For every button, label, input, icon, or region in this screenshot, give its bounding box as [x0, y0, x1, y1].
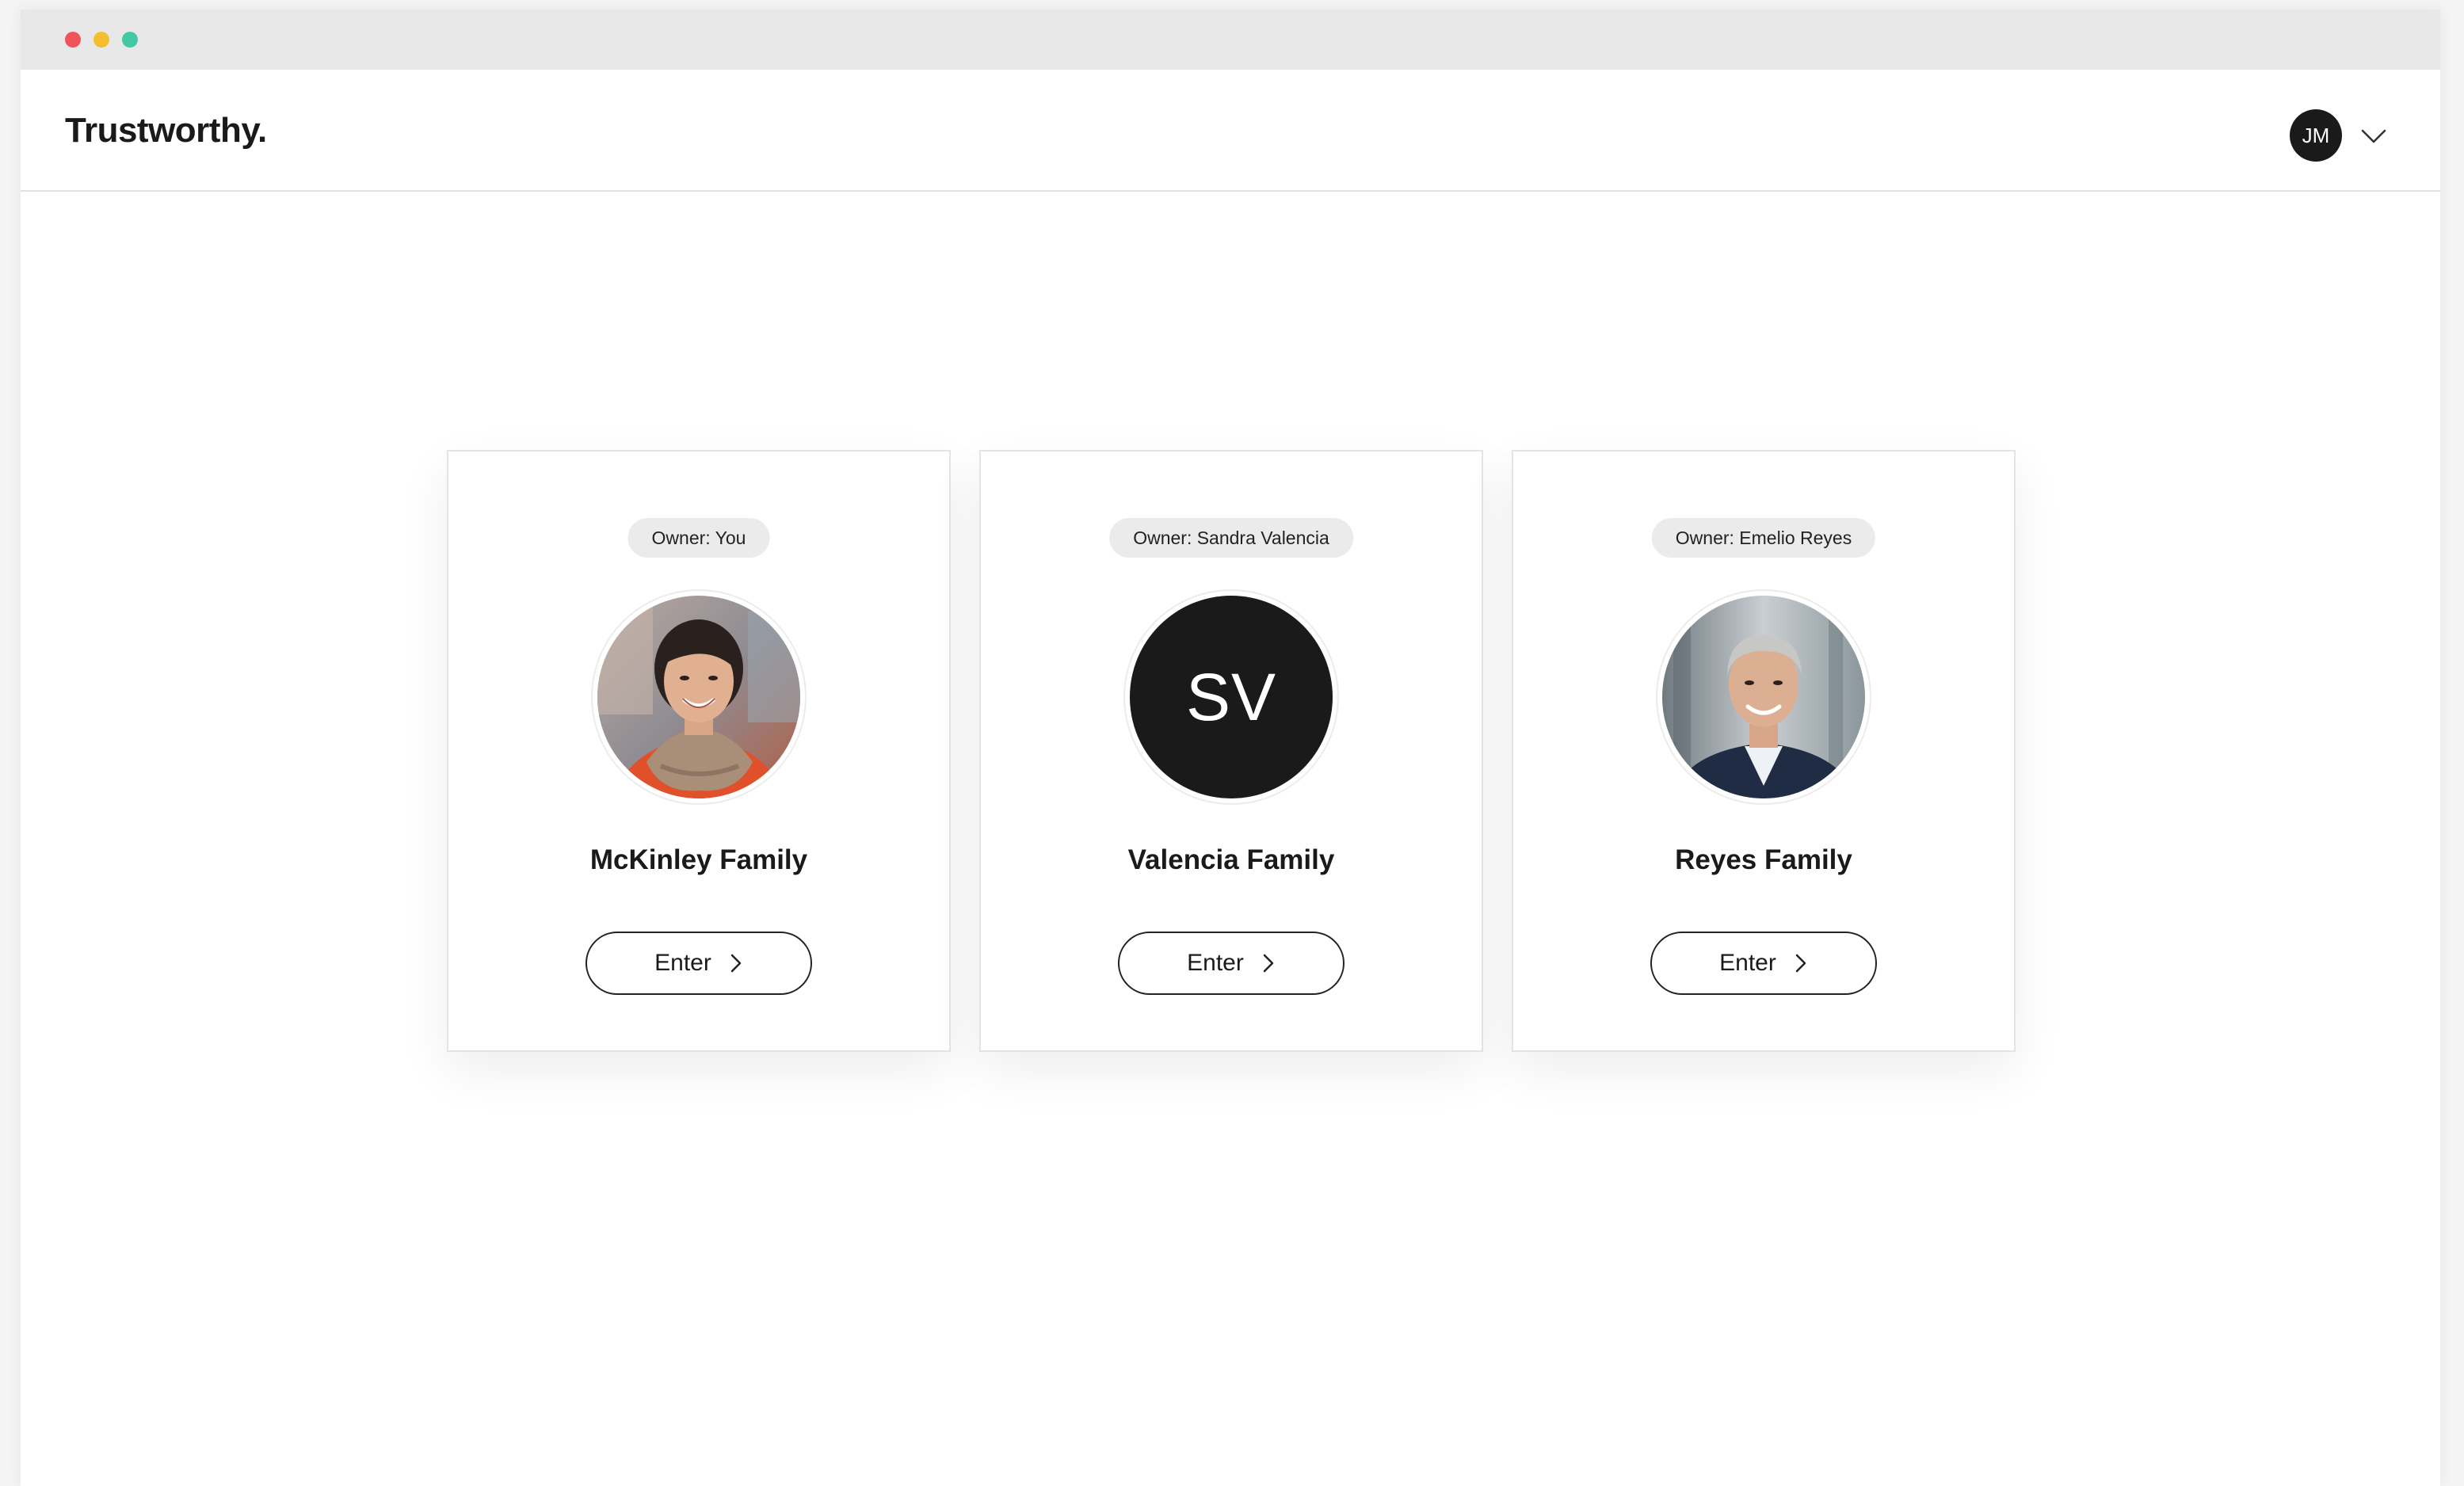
family-avatar: SV — [1123, 589, 1339, 805]
avatar-initials: SV — [1130, 596, 1333, 798]
chevron-right-icon — [1263, 954, 1274, 973]
owner-badge: Owner: You — [627, 518, 770, 558]
app-header: Trustworthy. JM — [21, 70, 2440, 192]
close-window-button[interactable] — [65, 32, 81, 48]
avatar-photo-man — [1662, 596, 1865, 798]
family-avatar — [1656, 589, 1871, 805]
browser-window: Trustworthy. JM Owner: You McKinley Fami… — [21, 10, 2440, 1486]
minimize-window-button[interactable] — [93, 32, 109, 48]
user-avatar[interactable]: JM — [2290, 109, 2342, 162]
family-name: McKinley Family — [589, 844, 808, 875]
enter-button-label: Enter — [1187, 950, 1244, 976]
chevron-right-icon — [730, 954, 742, 973]
family-card: Owner: Sandra Valencia SV Valencia Famil… — [979, 450, 1483, 1052]
family-name: Valencia Family — [1127, 844, 1335, 875]
owner-badge: Owner: Emelio Reyes — [1651, 518, 1876, 558]
enter-button-label: Enter — [654, 950, 711, 976]
chevron-down-icon[interactable] — [2358, 120, 2390, 152]
enter-button-label: Enter — [1719, 950, 1776, 976]
family-name: Reyes Family — [1675, 844, 1852, 875]
family-card: Owner: Emelio Reyes Reyes Family Enter — [1512, 450, 2016, 1052]
maximize-window-button[interactable] — [122, 32, 138, 48]
family-avatar — [591, 589, 807, 805]
family-card: Owner: You McKinley Family Enter — [447, 450, 951, 1052]
app-logo[interactable]: Trustworthy. — [65, 111, 267, 151]
avatar-photo-woman — [597, 596, 800, 798]
enter-button[interactable]: Enter — [1118, 932, 1345, 995]
owner-badge: Owner: Sandra Valencia — [1109, 518, 1353, 558]
window-titlebar — [21, 10, 2440, 70]
enter-button[interactable]: Enter — [585, 932, 812, 995]
enter-button[interactable]: Enter — [1650, 932, 1877, 995]
chevron-right-icon — [1795, 954, 1806, 973]
